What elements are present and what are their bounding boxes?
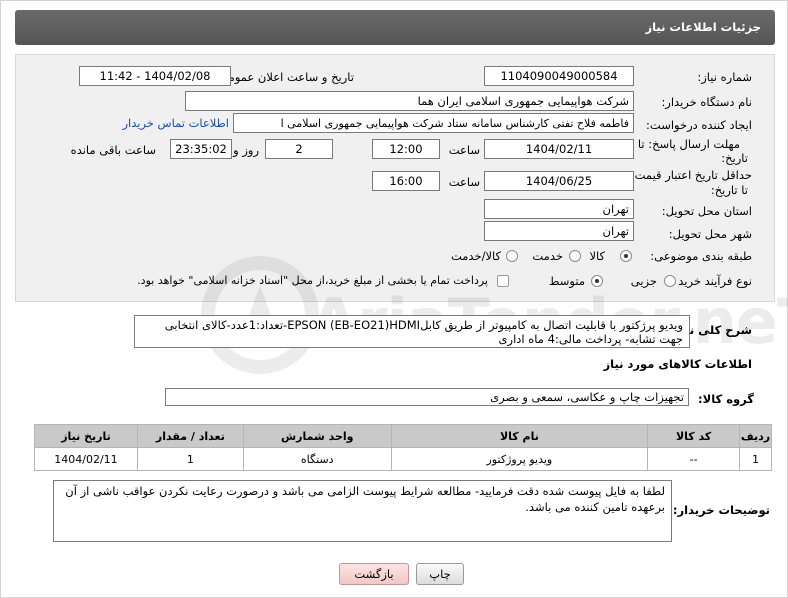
- page-header: جزئیات اطلاعات نیاز: [15, 10, 775, 45]
- cell-date: 1404/02/11: [34, 447, 138, 471]
- goods-group-label: گروه کالا:: [698, 392, 754, 406]
- col-date: تاریخ نیاز: [34, 424, 138, 448]
- deadline-date-field: 1404/02/11: [484, 139, 634, 159]
- cell-qty: 1: [136, 447, 244, 471]
- days-label: روز و: [233, 143, 259, 157]
- announce-field: 1404/02/08 - 11:42: [79, 66, 231, 86]
- province-label: استان محل تحویل:: [661, 204, 752, 218]
- category-radio-goods[interactable]: [620, 250, 632, 262]
- process-label: نوع فرآیند خرید :: [670, 274, 752, 288]
- city-label: شهر محل تحویل:: [668, 227, 752, 241]
- col-unit: واحد شمارش: [242, 424, 392, 448]
- deadline-time-label: ساعت: [448, 143, 480, 157]
- category-label: طبقه بندی موضوعی:: [650, 249, 752, 263]
- buyer-notes-label: توضیحات خریدار:: [672, 503, 770, 517]
- table-row[interactable]: 1 -- ویدیو پروژکتور دستگاه 1 1404/02/11: [34, 447, 772, 471]
- treasury-payment-note: پرداخت تمام یا بخشی از مبلغ خرید،از محل …: [137, 274, 488, 287]
- deadline-time-field: 12:00: [372, 139, 440, 159]
- cell-unit: دستگاه: [242, 447, 392, 471]
- treasury-payment-checkbox[interactable]: [497, 275, 509, 287]
- col-qty: تعداد / مقدار: [136, 424, 244, 448]
- category-radio-service[interactable]: [569, 250, 581, 262]
- remaining-label: ساعت باقی مانده: [70, 143, 156, 157]
- category-radio-goods-service[interactable]: [506, 250, 518, 262]
- buyer-notes-field: لطفا به فایل پیوست شده دقت فرمایید- مطال…: [53, 480, 672, 542]
- goods-table-header: ردیف کد کالا نام کالا واحد شمارش تعداد /…: [34, 424, 772, 448]
- city-field: تهران: [484, 221, 634, 241]
- goods-table: ردیف کد کالا نام کالا واحد شمارش تعداد /…: [34, 424, 772, 471]
- category-option-goods: کالا: [589, 249, 605, 263]
- process-radio-minor[interactable]: [664, 275, 676, 287]
- cell-code: --: [647, 447, 741, 471]
- category-option-service: خدمت: [532, 249, 563, 263]
- requester-label: ایجاد کننده درخواست:: [646, 118, 752, 132]
- cell-row: 1: [739, 447, 772, 471]
- col-row: ردیف: [739, 424, 772, 448]
- process-option-minor: جزیی: [630, 274, 657, 288]
- goods-group-field: تجهیزات چاپ و عکاسی، سمعی و بصری: [165, 388, 689, 406]
- buyer-contact-link[interactable]: اطلاعات تماس خریدار: [122, 116, 229, 130]
- col-code: کد کالا: [647, 424, 741, 448]
- process-option-medium: متوسط: [548, 274, 585, 288]
- deadline-label-2: تاریخ:: [721, 151, 748, 165]
- page-title: جزئیات اطلاعات نیاز: [645, 20, 761, 34]
- validity-time-label: ساعت: [448, 175, 480, 189]
- validity-date-field: 1404/06/25: [484, 171, 634, 191]
- need-number-label: شماره نیاز:: [697, 70, 752, 84]
- announce-label: تاریخ و ساعت اعلان عمومی:: [215, 70, 354, 84]
- days-field: 2: [265, 139, 333, 159]
- validity-label-2: تا تاریخ:: [710, 183, 748, 197]
- cell-name: ویدیو پروژکتور: [390, 447, 649, 471]
- col-name: نام کالا: [390, 424, 649, 448]
- category-option-goods-service: کالا/خدمت: [450, 249, 501, 263]
- description-field: ویدیو پرژکتور با قابلیت اتصال به کامپیوت…: [134, 315, 690, 348]
- back-button[interactable]: بازگشت: [339, 563, 409, 585]
- validity-time-field: 16:00: [372, 171, 440, 191]
- requester-field: فاطمه فلاح تفتی کارشناس سامانه ستاد شرکت…: [233, 113, 634, 133]
- goods-section-title: اطلاعات کالاهای مورد نیاز: [603, 357, 752, 371]
- province-field: تهران: [484, 199, 634, 219]
- buyer-org-label: نام دستگاه خریدار:: [661, 95, 752, 109]
- print-button[interactable]: چاپ: [416, 563, 464, 585]
- need-number-field: 1104090049000584: [484, 66, 634, 86]
- deadline-label: مهلت ارسال پاسخ: تا: [637, 137, 740, 151]
- validity-label: حداقل تاریخ اعتبار قیمت:: [630, 168, 752, 182]
- process-radio-medium[interactable]: [591, 275, 603, 287]
- remaining-time-field: 23:35:02: [170, 139, 232, 159]
- buyer-org-field: شرکت هواپیمایی جمهوری اسلامی ایران هما: [185, 91, 634, 111]
